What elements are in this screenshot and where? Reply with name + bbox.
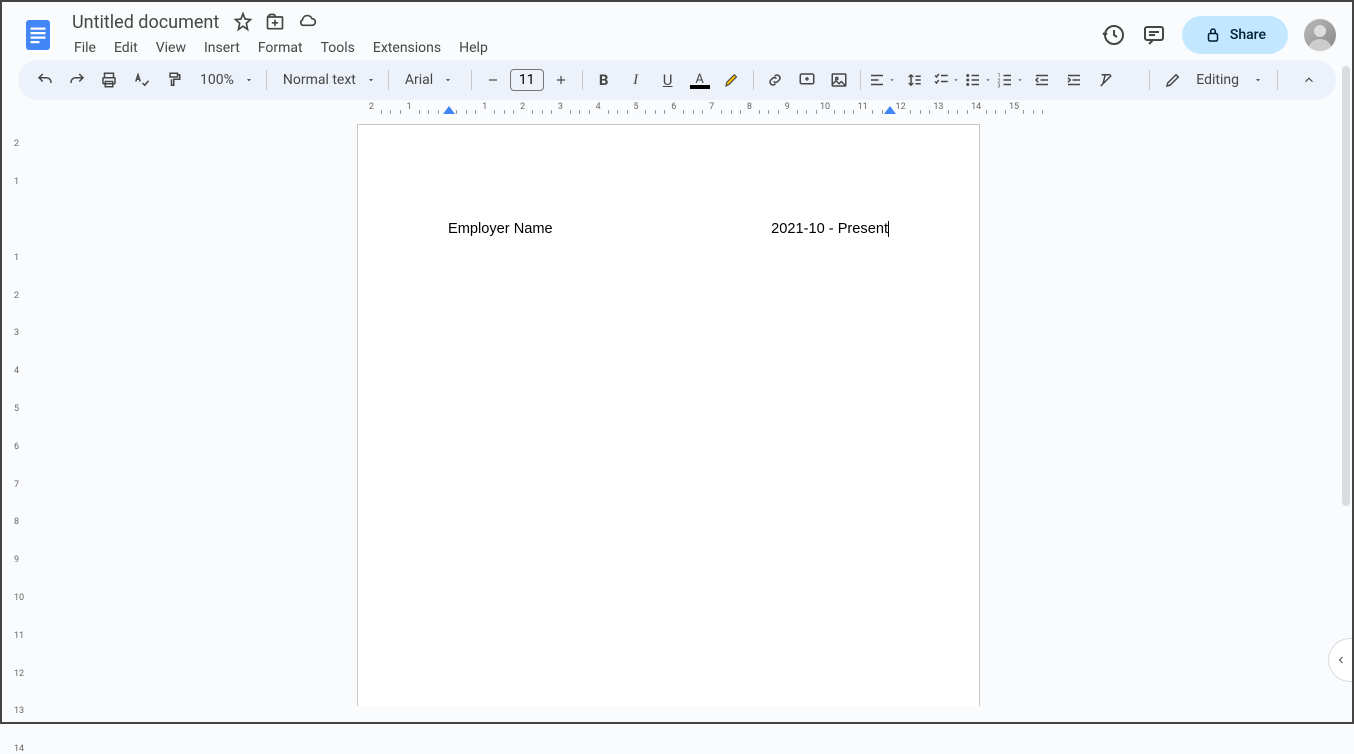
- line-spacing-button[interactable]: [899, 65, 929, 95]
- underline-button[interactable]: U: [653, 65, 683, 95]
- vertical-scrollbar[interactable]: [1342, 66, 1350, 506]
- move-icon[interactable]: [265, 12, 285, 32]
- menu-tools[interactable]: Tools: [313, 36, 363, 60]
- share-button[interactable]: Share: [1182, 16, 1288, 54]
- mode-value: Editing: [1192, 72, 1243, 88]
- content-left[interactable]: Employer Name: [448, 221, 553, 237]
- mode-dropdown[interactable]: Editing: [1135, 70, 1292, 90]
- font-value: Arial: [401, 72, 437, 88]
- indent-decrease-button[interactable]: [1027, 65, 1057, 95]
- menu-bar: File Edit View Insert Format Tools Exten…: [66, 36, 1102, 60]
- spellcheck-button[interactable]: [126, 65, 156, 95]
- page[interactable]: Employer Name 2021-10 - Present: [357, 124, 980, 706]
- menu-format[interactable]: Format: [250, 36, 311, 60]
- undo-button[interactable]: [30, 65, 60, 95]
- italic-button[interactable]: I: [621, 65, 651, 95]
- bullet-list-button[interactable]: [963, 65, 993, 95]
- zoom-dropdown[interactable]: 100%: [190, 72, 260, 88]
- font-size-input[interactable]: 11: [510, 69, 544, 91]
- paint-format-button[interactable]: [158, 65, 188, 95]
- history-icon[interactable]: [1102, 23, 1126, 47]
- bold-button[interactable]: B: [589, 65, 619, 95]
- print-button[interactable]: [94, 65, 124, 95]
- menu-file[interactable]: File: [66, 36, 104, 60]
- menu-help[interactable]: Help: [451, 36, 496, 60]
- menu-edit[interactable]: Edit: [106, 36, 146, 60]
- docs-logo[interactable]: [18, 15, 58, 55]
- document-canvas[interactable]: Employer Name 2021-10 - Present: [38, 116, 1352, 706]
- share-label: Share: [1230, 27, 1266, 43]
- account-avatar[interactable]: [1304, 19, 1336, 51]
- link-button[interactable]: [760, 65, 790, 95]
- redo-button[interactable]: [62, 65, 92, 95]
- highlight-button[interactable]: [717, 65, 747, 95]
- vertical-ruler[interactable]: 211234567891011121314: [2, 116, 38, 706]
- comment-button[interactable]: [792, 65, 822, 95]
- font-dropdown[interactable]: Arial: [395, 72, 465, 88]
- clear-formatting-button[interactable]: [1091, 65, 1121, 95]
- comments-icon[interactable]: [1142, 23, 1166, 47]
- menu-extensions[interactable]: Extensions: [365, 36, 449, 60]
- toolbar: 100% Normal text Arial 11 B I U A 123 Ed…: [18, 60, 1336, 100]
- font-size-increase[interactable]: [546, 65, 576, 95]
- indent-increase-button[interactable]: [1059, 65, 1089, 95]
- text-cursor: [888, 221, 889, 237]
- font-size-decrease[interactable]: [478, 65, 508, 95]
- star-icon[interactable]: [233, 12, 253, 32]
- content-right[interactable]: 2021-10 - Present: [771, 221, 889, 237]
- style-value: Normal text: [279, 72, 360, 88]
- align-button[interactable]: [867, 65, 897, 95]
- checklist-button[interactable]: [931, 65, 961, 95]
- numbered-list-button[interactable]: 123: [995, 65, 1025, 95]
- zoom-value: 100%: [196, 72, 238, 88]
- collapse-toolbar-button[interactable]: [1294, 65, 1324, 95]
- svg-text:3: 3: [997, 84, 1000, 90]
- text-color-button[interactable]: A: [685, 65, 715, 95]
- image-button[interactable]: [824, 65, 854, 95]
- styles-dropdown[interactable]: Normal text: [273, 72, 382, 88]
- menu-view[interactable]: View: [148, 36, 194, 60]
- horizontal-ruler[interactable]: 21123456789101112131415: [38, 100, 1336, 116]
- menu-insert[interactable]: Insert: [196, 36, 248, 60]
- document-title[interactable]: Untitled document: [66, 10, 225, 35]
- cloud-icon[interactable]: [297, 12, 317, 32]
